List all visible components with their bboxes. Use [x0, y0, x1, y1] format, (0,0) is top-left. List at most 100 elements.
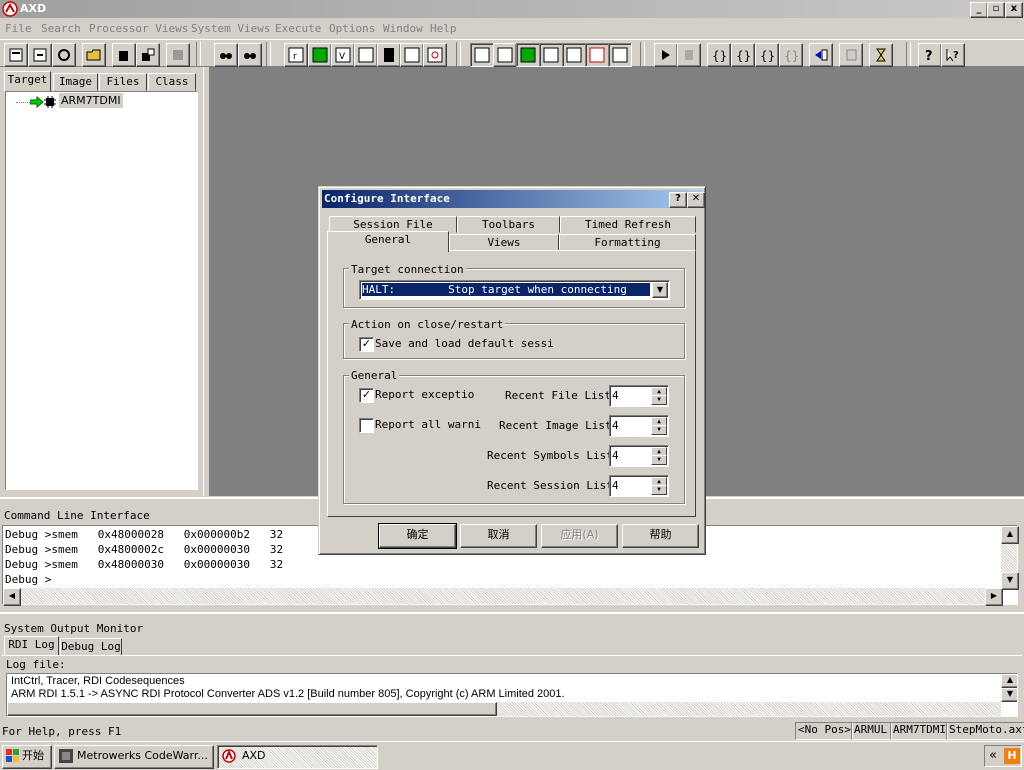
menu-file[interactable]: File — [5, 22, 32, 35]
go-icon[interactable] — [654, 43, 678, 67]
scroll-down-icon[interactable]: ▼ — [1001, 688, 1017, 702]
cancel-button[interactable]: 取消 — [460, 524, 537, 548]
pane-splitter[interactable] — [203, 67, 210, 496]
memory-icon[interactable] — [377, 43, 401, 67]
reset-icon[interactable] — [52, 43, 76, 67]
context-help-icon[interactable]: ? — [941, 43, 965, 67]
tab-general[interactable]: General — [327, 231, 449, 252]
tray-expand-icon[interactable]: « — [989, 748, 997, 763]
menu-system-views[interactable]: System Views — [191, 22, 270, 35]
menu-execute[interactable]: Execute — [275, 22, 321, 35]
restore-button[interactable]: ▫ — [987, 2, 1005, 18]
tab-image[interactable]: Image — [53, 73, 98, 91]
spin-down-icon[interactable]: ▼ — [651, 425, 667, 435]
log-hscroll-thumb[interactable] — [7, 702, 497, 716]
task-codewarrior[interactable]: Metrowerks CodeWarr... — [54, 745, 214, 769]
watchpoint-icon[interactable] — [839, 43, 863, 67]
run-to-cursor-icon[interactable]: {} — [779, 43, 803, 67]
log-file-label: Log file: — [6, 658, 66, 671]
scroll-down-icon[interactable]: ▼ — [1001, 572, 1019, 590]
tree-item-arm7tdmi[interactable]: ARM7TDMI — [59, 93, 123, 108]
save-session-checkbox[interactable]: ✓ — [359, 337, 374, 352]
sys-view-2-icon[interactable] — [493, 43, 517, 67]
spin-down-icon[interactable]: ▼ — [651, 395, 667, 405]
sys-view-6-icon[interactable] — [585, 43, 609, 67]
tab-timed-refresh[interactable]: Timed Refresh — [560, 216, 696, 233]
stop-icon[interactable] — [677, 43, 701, 67]
breakpoint-icon[interactable] — [809, 43, 833, 67]
open-folder-icon[interactable] — [82, 43, 106, 67]
tray-app-icon[interactable]: H — [1004, 748, 1020, 764]
low-level-symbols-icon[interactable] — [423, 43, 447, 67]
reload-image-icon[interactable] — [28, 43, 52, 67]
cli-vscrollbar[interactable]: ▲ ▼ — [1001, 526, 1019, 590]
log-output[interactable]: IntCtrl, Tracer, RDI Codesequences ARM R… — [6, 673, 1018, 717]
tab-files[interactable]: Files — [99, 73, 147, 91]
log-hscrollbar[interactable] — [7, 702, 1001, 716]
task-axd[interactable]: AXD — [217, 745, 378, 769]
sys-view-5-icon[interactable] — [562, 43, 586, 67]
sys-view-1-icon[interactable] — [470, 43, 494, 67]
tab-target[interactable]: Target — [4, 71, 51, 92]
recent-image-spinner[interactable]: 4 ▲ ▼ — [609, 415, 669, 437]
tab-formatting[interactable]: Formatting — [559, 234, 696, 251]
tab-toolbars[interactable]: Toolbars — [457, 216, 560, 233]
menu-help[interactable]: Help — [430, 22, 457, 35]
target-tree: ARM7TDMI — [5, 91, 198, 490]
scroll-up-icon[interactable]: ▲ — [1001, 526, 1019, 544]
tab-class[interactable]: Class — [148, 73, 196, 91]
cli-hscrollbar[interactable]: ◀ ▶ — [3, 588, 1003, 606]
close-button[interactable]: x — [1005, 2, 1023, 18]
watch-icon[interactable] — [308, 43, 332, 67]
sys-view-4-icon[interactable] — [539, 43, 563, 67]
sys-view-7-icon[interactable] — [608, 43, 632, 67]
variables-icon[interactable]: V — [331, 43, 355, 67]
find-next-icon[interactable] — [238, 43, 262, 67]
tab-debug-log[interactable]: Debug Log — [60, 638, 122, 656]
session-close-icon[interactable] — [166, 43, 190, 67]
target-connection-select[interactable]: HALT: Stop target when connecting ▼ — [359, 280, 670, 300]
start-button[interactable]: 开始 — [2, 745, 52, 769]
sys-view-3-icon[interactable] — [516, 43, 540, 67]
dropdown-arrow-icon[interactable]: ▼ — [652, 282, 668, 298]
spin-down-icon[interactable]: ▼ — [651, 485, 667, 495]
recent-file-spinner[interactable]: 4 ▲ ▼ — [609, 385, 669, 407]
scroll-up-icon[interactable]: ▲ — [1001, 674, 1017, 688]
dialog-help-button[interactable]: ? — [669, 192, 687, 208]
recent-session-spinner[interactable]: 4 ▲ ▼ — [609, 475, 669, 497]
load-image-icon[interactable] — [4, 43, 28, 67]
registers-icon[interactable]: r — [284, 43, 308, 67]
spin-down-icon[interactable]: ▼ — [651, 455, 667, 465]
session-load-icon[interactable] — [112, 43, 136, 67]
menu-search[interactable]: Search — [41, 22, 81, 35]
minimize-button[interactable]: _ — [970, 2, 988, 18]
menu-window[interactable]: Window — [383, 22, 423, 35]
log-line: ARM RDI 1.5.1 -> ASYNC RDI Protocol Conv… — [11, 688, 565, 700]
scroll-right-icon[interactable]: ▶ — [985, 588, 1003, 606]
find-icon[interactable] — [214, 43, 238, 67]
recent-symbols-spinner[interactable]: 4 ▲ ▼ — [609, 445, 669, 467]
menu-processor-views[interactable]: Processor Views — [89, 22, 188, 35]
help-icon[interactable]: ? — [918, 43, 942, 67]
dialog-close-button[interactable]: ✕ — [687, 192, 705, 208]
report-warnings-checkbox[interactable] — [359, 418, 374, 433]
help-button[interactable]: 帮助 — [622, 524, 699, 548]
tab-body: Target connection HALT: Stop target when… — [327, 250, 696, 517]
log-vscrollbar[interactable]: ▲ ▼ — [1001, 674, 1017, 702]
status-image-file: StepMoto.axf — [946, 722, 1024, 740]
disassembly-icon[interactable] — [400, 43, 424, 67]
scroll-left-icon[interactable]: ◀ — [3, 588, 21, 606]
session-save-icon[interactable] — [136, 43, 160, 67]
ok-button[interactable]: 确定 — [378, 523, 457, 549]
output-pane: System Output Monitor RDI Log Debug Log … — [0, 612, 1024, 720]
backtrace-icon[interactable] — [354, 43, 378, 67]
step-out-icon[interactable]: {} — [755, 43, 779, 67]
report-exceptions-checkbox[interactable]: ✓ — [359, 388, 374, 403]
menu-options[interactable]: Options — [329, 22, 375, 35]
tab-rdi-log[interactable]: RDI Log — [4, 636, 59, 656]
step-icon[interactable]: {} — [707, 43, 731, 67]
hourglass-icon[interactable] — [869, 43, 893, 67]
step-in-icon[interactable]: {} — [731, 43, 755, 67]
tab-views[interactable]: Views — [449, 234, 559, 251]
apply-button[interactable]: 应用(A) — [541, 524, 618, 548]
